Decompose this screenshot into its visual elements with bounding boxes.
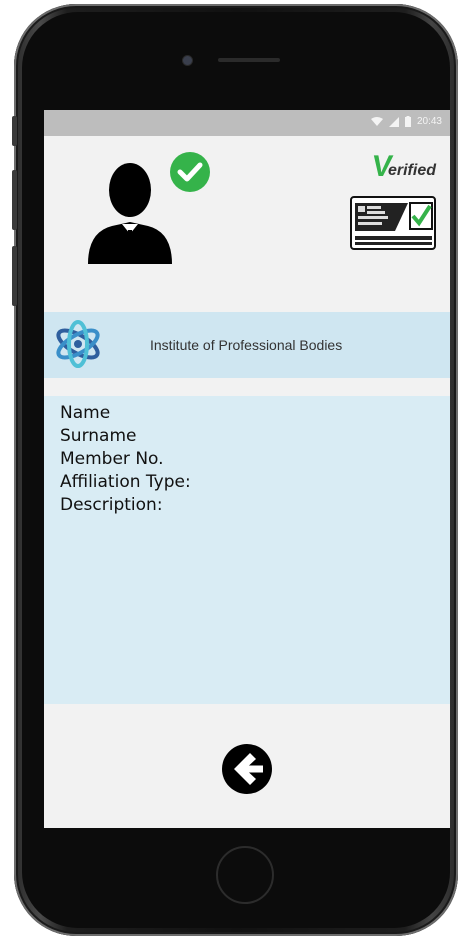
verified-label: V erified <box>369 150 436 183</box>
earpiece-speaker <box>218 58 280 62</box>
home-button[interactable] <box>216 846 274 904</box>
field-name: Name <box>60 403 111 423</box>
atom-logo-icon <box>56 320 100 368</box>
signal-icon <box>388 116 399 127</box>
volume-up-button <box>12 170 17 230</box>
verified-v-letter: V <box>369 150 395 183</box>
field-affiliation-type: Affiliation Type: <box>60 472 191 492</box>
status-bar: 20:43 <box>44 110 450 136</box>
institute-banner: Institute of Professional Bodies <box>44 312 450 378</box>
institute-name: Institute of Professional Bodies <box>150 337 343 353</box>
field-member-no: Member No. <box>60 449 164 469</box>
app-screen: 20:43 V erified Institute of Professiona… <box>44 110 450 828</box>
back-button[interactable] <box>220 742 274 796</box>
member-field-list: Name Surname Member No. Affiliation Type… <box>60 402 191 517</box>
battery-icon <box>404 116 411 127</box>
user-avatar-icon <box>88 163 172 264</box>
member-info-panel: Name Surname Member No. Affiliation Type… <box>44 396 450 704</box>
verified-text: erified <box>387 162 436 179</box>
mute-switch <box>12 116 17 146</box>
front-camera <box>182 55 193 66</box>
field-surname: Surname <box>60 426 137 446</box>
arrow-left-circle-icon <box>222 744 272 794</box>
wifi-icon <box>370 116 383 126</box>
field-description: Description: <box>60 495 163 515</box>
volume-down-button <box>12 246 17 306</box>
status-time: 20:43 <box>416 116 442 127</box>
check-circle-icon <box>170 152 210 192</box>
id-card-check-icon <box>350 196 436 250</box>
